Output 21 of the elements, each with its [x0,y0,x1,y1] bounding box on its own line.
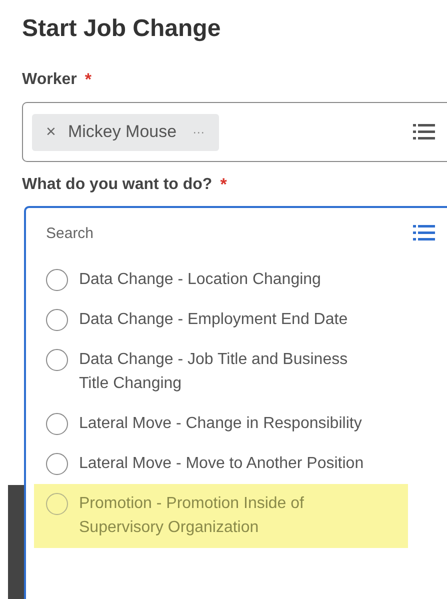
required-mark: * [84,70,92,90]
radio-button[interactable] [46,453,68,475]
option-item[interactable]: Lateral Move - Move to Another Position [34,444,435,484]
radio-button[interactable] [46,309,68,331]
field-label: What do you want to do? [22,176,212,194]
radio-button[interactable] [46,269,68,291]
radio-button[interactable] [46,413,68,435]
page-title: Start Job Change [22,14,222,44]
list-icon[interactable] [413,123,435,141]
option-item[interactable]: Data Change - Job Title and Business Title Changing [34,340,435,404]
list-icon[interactable] [413,224,435,242]
option-item[interactable]: Data Change - Employment End Date [34,300,435,340]
chip-label: Mickey Mouse [68,122,177,142]
radio-button[interactable] [46,349,68,371]
required-mark: * [220,175,227,195]
remove-icon[interactable]: × [46,122,56,142]
worker-field[interactable]: × Mickey Mouse ··· [22,102,447,162]
field-label: Worker [22,71,77,89]
option-item[interactable]: Lateral Move - Change in Responsibility [34,404,435,444]
radio-button[interactable] [46,493,68,515]
option-item[interactable]: Data Change - Location Changing [34,260,435,300]
